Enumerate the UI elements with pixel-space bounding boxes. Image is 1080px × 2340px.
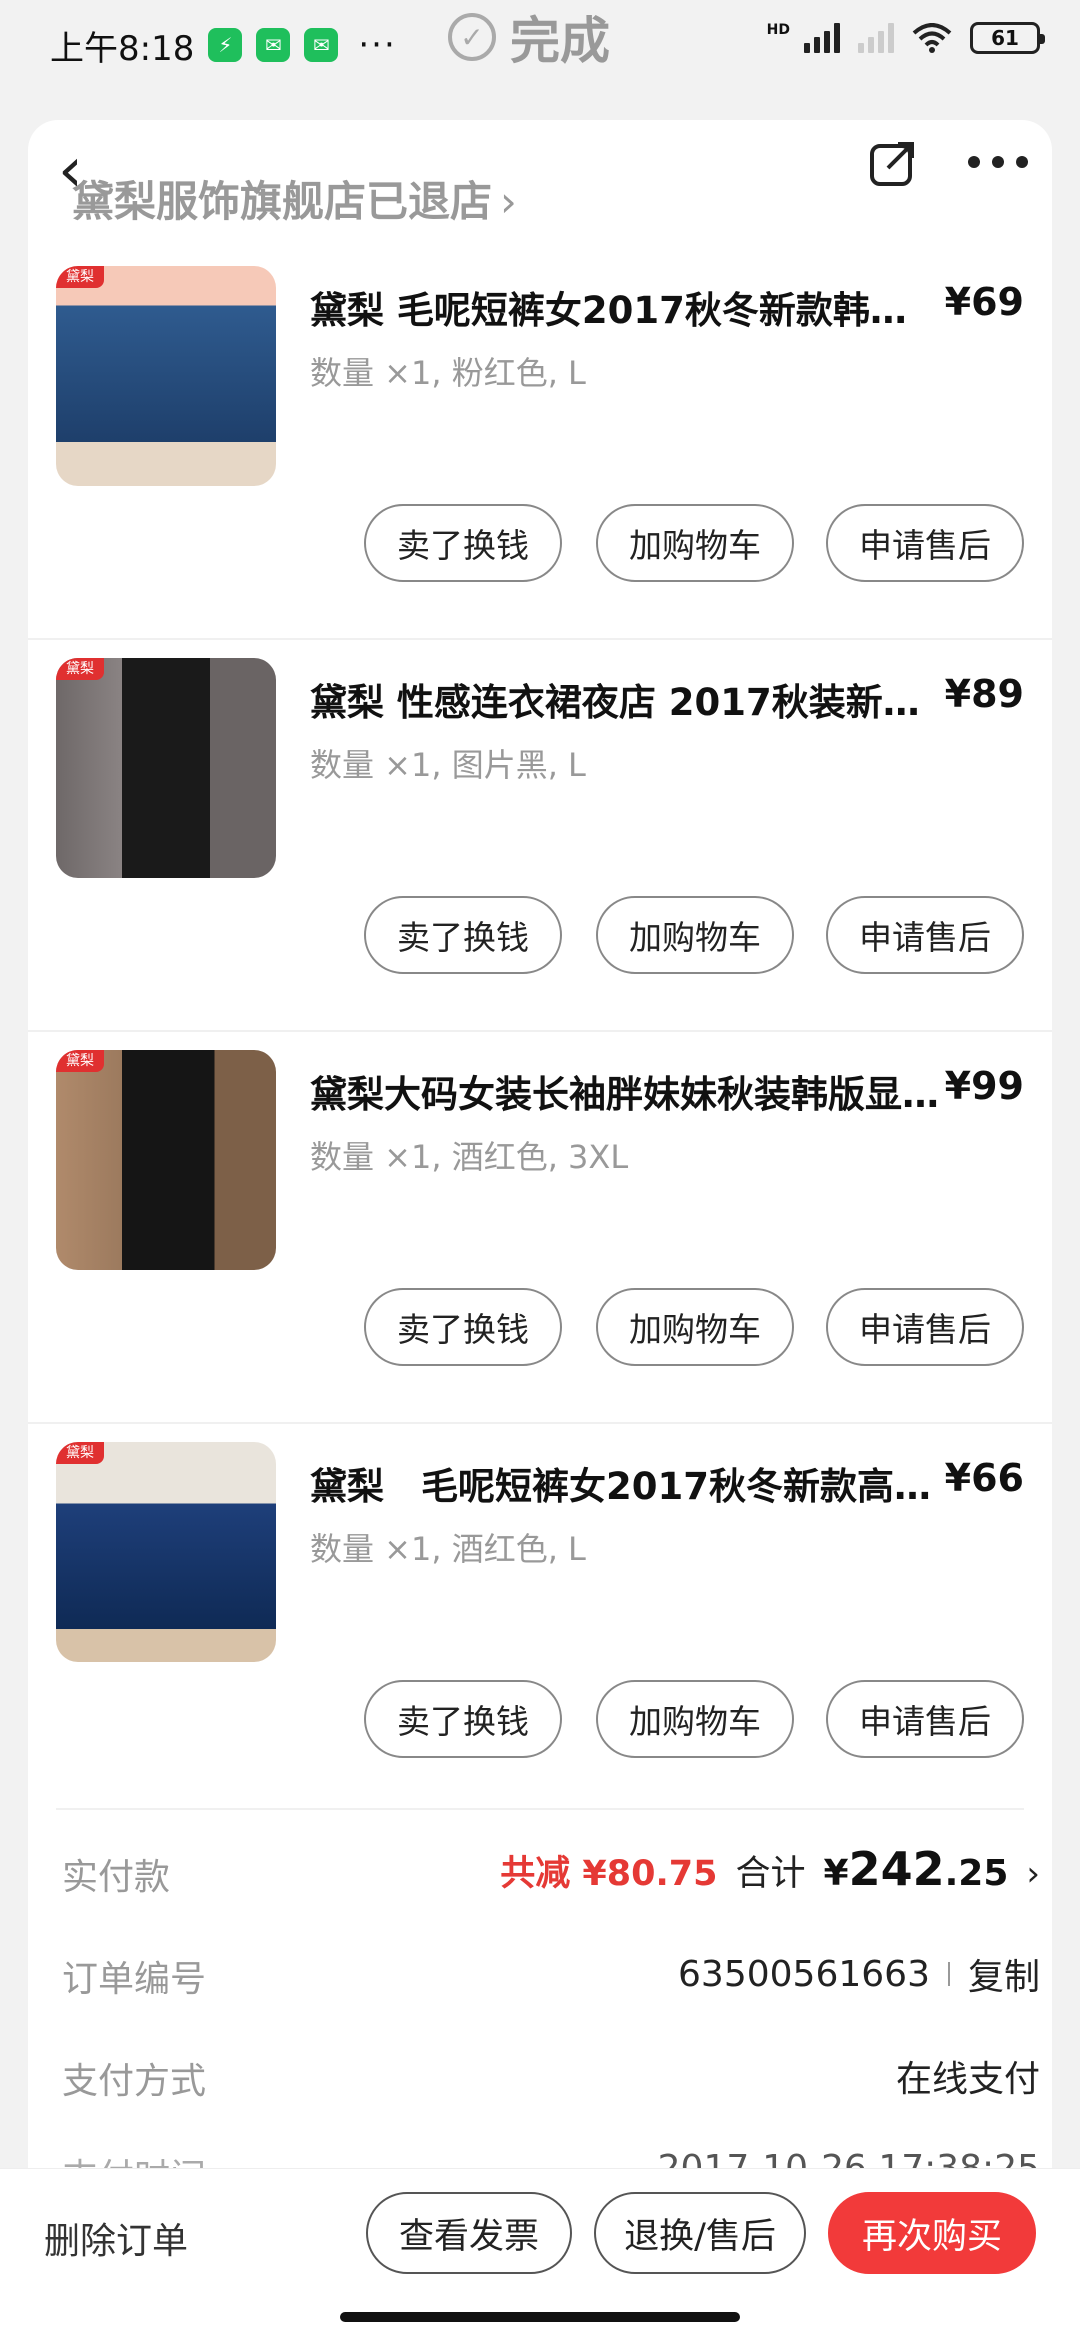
brand-tag: 黛梨 [56,658,104,680]
after-sale-button[interactable]: 申请售后 [826,896,1024,974]
status-time: 上午8:18 [50,28,195,69]
brand-tag: 黛梨 [56,266,104,288]
product-title[interactable]: 黛梨 性感连衣裙夜店 2017秋装新款女装 [310,672,940,726]
total-amount: ¥242.25 [824,1842,1009,1896]
status-left: 上午8:18 ⚡ ✉ ✉ ··· [50,21,397,70]
notification-app-icon: ⚡ [208,28,243,62]
store-name-link[interactable]: 黛梨服饰旗舰店已退店 › [72,168,517,229]
done-label: 完成 [510,12,610,70]
home-indicator[interactable] [340,2312,740,2322]
order-number-row: 63500561663 复制 [678,1948,1040,2000]
product-title[interactable]: 黛梨 毛呢短裤女2017秋冬新款高腰宽松 [310,1456,940,1510]
total-decimal: .25 [944,1853,1009,1894]
order-item[interactable]: 黛梨 黛梨大码女装长袖胖妹妹秋装韩版显瘦套装 ¥99 数量 ×1, 酒红色, 3… [28,1032,1052,1424]
add-cart-button[interactable]: 加购物车 [596,1288,794,1366]
product-spec: 数量 ×1, 酒红色, 3XL [310,1138,629,1176]
wechat-icon-2: ✉ [304,28,339,62]
separator [947,1962,950,1986]
paid-label: 实付款 [62,1857,171,1898]
hd-icon: HD [766,22,790,38]
exchange-after-sale-button[interactable]: 退换/售后 [594,2192,806,2274]
product-title[interactable]: 黛梨 毛呢短裤女2017秋冬新款韩国百搭显瘦 [310,280,940,334]
product-price: ¥89 [944,672,1024,716]
product-thumbnail[interactable]: 黛梨 [56,658,276,878]
screenshot-done-toast[interactable]: ✓ 完成 [448,2,610,72]
product-price: ¥69 [944,280,1024,324]
store-name: 黛梨服饰旗舰店已退店 [72,177,493,226]
paid-summary[interactable]: 共减 ¥80.75 合计 ¥242.25 › [500,1842,1040,1896]
after-sale-button[interactable]: 申请售后 [826,1680,1024,1758]
status-more-icon: ··· [358,25,397,65]
order-item[interactable]: 黛梨 黛梨 毛呢短裤女2017秋冬新款韩国百搭显瘦 ¥69 数量 ×1, 粉红色… [28,248,1052,640]
add-cart-button[interactable]: 加购物车 [596,504,794,582]
sell-button[interactable]: 卖了换钱 [364,1288,562,1366]
after-sale-button[interactable]: 申请售后 [826,504,1024,582]
product-spec: 数量 ×1, 粉红色, L [310,354,586,392]
after-sale-button[interactable]: 申请售后 [826,1288,1024,1366]
wechat-icon: ✉ [256,28,291,62]
product-price: ¥66 [944,1456,1024,1500]
product-price: ¥99 [944,1064,1024,1108]
sell-button[interactable]: 卖了换钱 [364,1680,562,1758]
order-item[interactable]: 黛梨 黛梨 性感连衣裙夜店 2017秋装新款女装 ¥89 数量 ×1, 图片黑,… [28,640,1052,1032]
chevron-right-icon: › [500,177,517,226]
order-item[interactable]: 黛梨 黛梨 毛呢短裤女2017秋冬新款高腰宽松 ¥66 数量 ×1, 酒红色, … [28,1424,1052,1816]
add-cart-button[interactable]: 加购物车 [596,1680,794,1758]
discount-amount: 共减 ¥80.75 [500,1854,718,1894]
total-label: 合计 [735,1854,806,1894]
product-thumbnail[interactable]: 黛梨 [56,266,276,486]
check-icon: ✓ [448,13,496,61]
payment-method-label: 支付方式 [62,2061,207,2102]
buy-again-button[interactable]: 再次购买 [828,2192,1036,2274]
brand-tag: 黛梨 [56,1442,104,1464]
signal-icon [804,23,840,53]
add-cart-button[interactable]: 加购物车 [596,896,794,974]
delete-order-button[interactable]: 删除订单 [44,2212,188,2264]
chevron-right-icon: › [1026,1854,1040,1894]
currency-symbol: ¥ [823,1853,849,1894]
product-thumbnail[interactable]: 黛梨 [56,1442,276,1662]
battery-level: 61 [991,26,1019,50]
sell-button[interactable]: 卖了换钱 [364,504,562,582]
product-spec: 数量 ×1, 图片黑, L [310,746,586,784]
sell-button[interactable]: 卖了换钱 [364,896,562,974]
more-options-icon[interactable] [968,150,1028,174]
product-thumbnail[interactable]: 黛梨 [56,1050,276,1270]
copy-button[interactable]: 复制 [968,1948,1040,2000]
payment-method: 在线支付 [895,2059,1040,2100]
view-invoice-button[interactable]: 查看发票 [366,2192,572,2274]
brand-tag: 黛梨 [56,1050,104,1072]
divider [56,1808,1024,1810]
product-spec: 数量 ×1, 酒红色, L [310,1530,586,1568]
product-title[interactable]: 黛梨大码女装长袖胖妹妹秋装韩版显瘦套装 [310,1064,940,1118]
wifi-icon [912,23,952,53]
share-icon[interactable] [868,138,918,188]
order-number-label: 订单编号 [62,1959,207,2000]
order-number: 63500561663 [678,1953,930,1995]
total-integer: 242 [848,1842,945,1896]
signal-weak-icon [858,23,894,53]
status-indicators: HD 61 [766,22,1045,54]
battery-icon: 61 [970,22,1045,54]
